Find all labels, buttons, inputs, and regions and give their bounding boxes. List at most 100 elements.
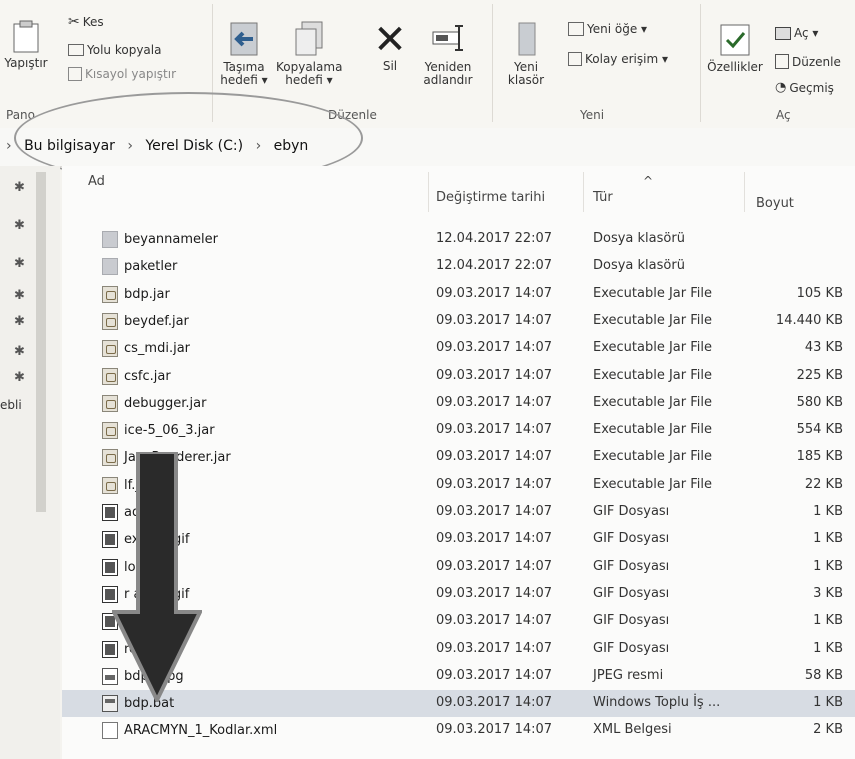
folder-icon	[102, 258, 118, 276]
copy-path-label: Yolu kopyala	[87, 43, 162, 57]
gif-file-icon	[102, 613, 118, 631]
jar-file-icon	[102, 312, 118, 330]
file-name-cell: bdp.bat	[102, 695, 175, 713]
file-row[interactable]: rem gif 09.03.2017 14:07 GIF Dosyası 1 KB	[62, 636, 855, 663]
gif-file-icon	[102, 558, 118, 576]
file-row[interactable]: cs_mdi.jar 09.03.2017 14:07 Executable Jar…	[62, 335, 855, 362]
nav-item-label[interactable]: ebli	[0, 398, 22, 412]
file-name-cell: adc	[102, 504, 147, 521]
breadcrumb-ebyn[interactable]: ebyn	[274, 138, 309, 154]
file-size: 554 KB	[796, 422, 843, 438]
new-folder-button[interactable]: Yeni klasör	[498, 20, 554, 87]
file-row[interactable]: ice-5_06_3.jar 09.03.2017 14:07 Executable…	[62, 417, 855, 444]
file-type: GIF Dosyası	[593, 585, 670, 601]
breadcrumb-local-disk[interactable]: Yerel Disk (C:)	[145, 138, 243, 154]
jar-file-icon	[102, 340, 118, 358]
file-type: Executable Jar File	[593, 394, 712, 410]
file-row[interactable]: exc ort.gif 09.03.2017 14:07 GIF Dosyası 1 …	[62, 526, 855, 553]
file-date: 09.03.2017 14:07	[436, 340, 553, 356]
open-button[interactable]: Aç ▾	[775, 26, 818, 40]
file-row[interactable]: debugger.jar 09.03.2017 14:07 Executable J…	[62, 390, 855, 417]
rename-button[interactable]: Yeniden adlandır	[418, 20, 478, 87]
breadcrumb: › Bu bilgisayar › Yerel Disk (C:) › ebyn	[6, 138, 309, 154]
file-date: 09.03.2017 14:07	[436, 476, 553, 492]
history-icon: ◔	[775, 80, 787, 95]
file-type: Windows Toplu İş ...	[593, 695, 721, 711]
file-row[interactable]: qu if 09.03.2017 14:07 GIF Dosyası 1 KB	[62, 608, 855, 635]
address-bar[interactable]: › Bu bilgisayar › Yerel Disk (C:) › ebyn	[0, 128, 855, 167]
move-to-label: Taşıma hedefi ▾	[220, 60, 268, 87]
copy-to-button[interactable]: Kopyalama hedefi ▾	[276, 20, 342, 87]
column-name-label: Ad	[88, 174, 105, 189]
jar-file-icon	[102, 476, 118, 494]
move-to-icon	[230, 22, 258, 56]
file-size: 3 KB	[813, 585, 843, 601]
jpg-file-icon	[102, 667, 118, 685]
chevron-right-icon: ›	[255, 138, 262, 154]
file-name-cell: r anligi.gif	[102, 585, 189, 603]
file-row[interactable]: bdp.jar 09.03.2017 14:07 Executable Jar Fi…	[62, 281, 855, 308]
ribbon-separator	[492, 4, 493, 122]
column-header-type[interactable]: ^ Tür	[593, 174, 733, 230]
file-size: 14.440 KB	[775, 312, 843, 328]
file-size: 225 KB	[796, 367, 843, 383]
file-row[interactable]: ARACMYN_1_Kodlar.xml 09.03.2017 14:07 XML …	[62, 717, 855, 744]
rename-label: Yeniden adlandır	[423, 60, 473, 87]
column-separator[interactable]	[428, 172, 429, 212]
edit-icon	[775, 54, 789, 69]
file-size: 43 KB	[804, 340, 843, 356]
file-row[interactable]: beydef.jar 09.03.2017 14:07 Executable Jar…	[62, 308, 855, 335]
file-name: lf.ja	[124, 477, 147, 493]
breadcrumb-this-pc[interactable]: Bu bilgisayar	[24, 138, 115, 154]
file-row[interactable]: bdp_ .jpg 09.03.2017 14:07 JPEG resmi 58 KB	[62, 663, 855, 690]
edit-button[interactable]: Düzenle	[775, 54, 841, 69]
file-row[interactable]: csfc.jar 09.03.2017 14:07 Executable Jar F…	[62, 363, 855, 390]
nav-scrollbar[interactable]	[36, 172, 46, 512]
column-date-label: Değiştirme tarihi	[436, 190, 546, 205]
column-header-date[interactable]: Değiştirme tarihi	[436, 190, 586, 230]
file-size: 1 KB	[813, 504, 843, 519]
paste-button[interactable]: Yapıştır	[2, 20, 50, 70]
file-size: 1 KB	[813, 613, 843, 629]
file-type: GIF Dosyası	[593, 531, 670, 547]
history-label: Geçmiş	[789, 80, 834, 95]
file-date: 09.03.2017 14:07	[436, 422, 553, 438]
file-row[interactable]: adc 09.03.2017 14:07 GIF Dosyası 1 KB	[62, 499, 855, 526]
history-button[interactable]: ◔ Geçmiş	[775, 80, 834, 95]
paste-shortcut-button[interactable]: Kısayol yapıştır	[68, 67, 176, 81]
properties-button[interactable]: Özellikler	[702, 22, 768, 74]
file-row[interactable]: JavaRenderer.jar 09.03.2017 14:07 Executab…	[62, 444, 855, 471]
ribbon-separator	[700, 4, 701, 122]
file-row[interactable]: loo n.gif 09.03.2017 14:07 GIF Dosyası 1 KB	[62, 554, 855, 581]
file-name-cell: loo n.gif	[102, 558, 176, 576]
copy-path-button[interactable]: Yolu kopyala	[68, 43, 161, 57]
easy-access-button[interactable]: Kolay erişim ▾	[568, 52, 668, 66]
file-type: GIF Dosyası	[593, 504, 670, 519]
file-date: 09.03.2017 14:07	[436, 667, 553, 683]
cut-button[interactable]: ✂ Kes	[68, 14, 104, 30]
gif-file-icon	[102, 504, 118, 521]
new-item-button[interactable]: Yeni öğe ▾	[568, 22, 647, 36]
file-row[interactable]: lf.ja 09.03.2017 14:07 Executable Jar File…	[62, 472, 855, 499]
paste-shortcut-label: Kısayol yapıştır	[85, 67, 177, 81]
column-separator[interactable]	[744, 172, 745, 212]
move-to-button[interactable]: Taşıma hedefi ▾	[216, 20, 272, 87]
file-date: 09.03.2017 14:07	[436, 394, 553, 410]
file-row[interactable]: bdp.bat 09.03.2017 14:07 Windows Toplu İş …	[62, 690, 855, 718]
file-type: Executable Jar File	[593, 449, 712, 465]
column-separator[interactable]	[583, 172, 584, 212]
cut-label: Kes	[82, 15, 104, 29]
file-size: 1 KB	[813, 640, 843, 656]
file-name: cs_mdi.jar	[124, 341, 191, 357]
group-organize-label: Düzenle	[328, 108, 377, 122]
pin-icon: ✱	[14, 180, 25, 195]
column-header-name[interactable]: Ad	[88, 174, 428, 214]
file-row[interactable]: paketler 12.04.2017 22:07 Dosya klasörü	[62, 253, 855, 280]
file-name: debugger.jar	[124, 395, 207, 411]
file-row[interactable]: r anligi.gif 09.03.2017 14:07 GIF Dosyası 3…	[62, 581, 855, 608]
group-clipboard-label: Pano	[6, 108, 35, 122]
delete-button[interactable]: ✕ Sil	[370, 20, 410, 73]
file-name: bdp.bat	[124, 696, 175, 712]
file-date: 09.03.2017 14:07	[436, 695, 553, 711]
file-row[interactable]: beyannameler 12.04.2017 22:07 Dosya klasör…	[62, 226, 855, 253]
